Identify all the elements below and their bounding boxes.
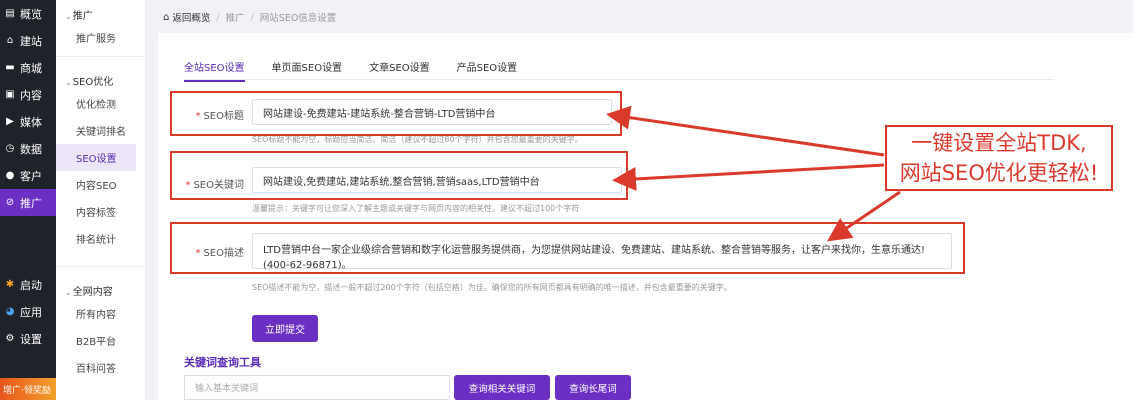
keyword-tool-title: 关键词查询工具 [184, 356, 261, 369]
nav-data[interactable]: ◷ 数据 [0, 135, 56, 162]
main-card: 全站SEO设置 单页面SEO设置 文章SEO设置 产品SEO设置 * SEO标题 … [158, 33, 1133, 400]
chart-icon: ▤ [5, 8, 15, 19]
launch-icon: ✱ [5, 279, 15, 290]
apps-icon: ◕ [5, 306, 15, 317]
nav-settings[interactable]: ⚙ 设置 [0, 325, 56, 352]
caret-down-icon: ⌄ [65, 12, 72, 21]
clock-icon: ◷ [5, 143, 15, 154]
sub-item-all-content[interactable]: 所有内容 [56, 300, 145, 327]
group-seo[interactable]: ⌄SEO优化 [56, 66, 145, 90]
breadcrumb-back[interactable]: 返回概览 [172, 10, 210, 24]
keyword-tool-input[interactable]: 输入基本关键词 [184, 375, 450, 400]
nav-label: 商城 [20, 61, 42, 75]
sub-item-promo-service[interactable]: 推广服务 [56, 24, 145, 51]
home-icon: ⌂ [163, 11, 170, 23]
submit-button[interactable]: 立即提交 [252, 315, 318, 342]
breadcrumb-separator: / [216, 11, 220, 23]
breadcrumb-separator: / [250, 11, 254, 23]
callout-line1: 一键设置全站TDK, [911, 131, 1087, 155]
group-label: SEO优化 [72, 77, 114, 88]
callout-line2: 网站SEO优化更轻松! [899, 161, 1099, 185]
sub-item-content-seo[interactable]: 内容SEO [56, 171, 145, 198]
group-promotion[interactable]: ⌄推广 [56, 0, 145, 24]
nav-media[interactable]: ▶ 媒体 [0, 108, 56, 135]
sub-item-content-tags[interactable]: 内容标签 [56, 198, 145, 225]
breadcrumb-current: 网站SEO信息设置 [259, 13, 337, 24]
nav-launch[interactable]: ✱ 启动 [0, 271, 56, 298]
gear-icon: ⚙ [5, 333, 15, 344]
promo-banner[interactable]: 增广·领奖励 [0, 378, 56, 400]
user-icon: ● [5, 170, 15, 181]
nav-shop[interactable]: ▬ 商城 [0, 54, 56, 81]
seo-desc-hint: SEO描述不能为空，描述一般不超过200个字符（包括空格）为佳。确保您的所有网页… [252, 283, 732, 292]
annotation-box-desc [170, 222, 965, 274]
group-label: 推广 [72, 11, 93, 22]
nav-promotion[interactable]: ⊘ 推广 [0, 189, 56, 216]
home-icon: ⌂ [6, 35, 14, 46]
query-long-tail-button[interactable]: 查询长尾词 [555, 375, 631, 400]
group-all-content[interactable]: ⌄全网内容 [56, 276, 145, 300]
nav-label: 建站 [20, 34, 42, 48]
nav-label: 媒体 [20, 115, 42, 129]
nav-label: 概览 [20, 7, 42, 21]
annotation-box-keywords [170, 151, 628, 200]
sub-item-seo-settings[interactable]: SEO设置 [56, 144, 136, 171]
nav-label: 数据 [20, 142, 42, 156]
seo-keywords-hint: 温馨提示：关键字可让您深入了解主题或关键字与网页内容的相关性。建议不超过100个… [252, 204, 580, 213]
media-icon: ▶ [6, 116, 14, 127]
sub-item-keyword-rank[interactable]: 关键词排名 [56, 117, 145, 144]
doc-icon: ▣ [5, 89, 15, 100]
nav-label: 设置 [20, 332, 42, 346]
nav-content[interactable]: ▣ 内容 [0, 81, 56, 108]
sub-item-optimize-check[interactable]: 优化检测 [56, 90, 145, 117]
nav-apps[interactable]: ◕ 应用 [0, 298, 56, 325]
sub-item-b2b[interactable]: B2B平台 [56, 327, 145, 354]
group-label: 全网内容 [72, 287, 113, 298]
shop-icon: ▬ [5, 62, 15, 73]
caret-down-icon: ⌄ [65, 288, 72, 297]
annotation-callout: 一键设置全站TDK, 网站SEO优化更轻松! [885, 125, 1113, 191]
nav-customer[interactable]: ● 客户 [0, 162, 56, 189]
caret-down-icon: ⌄ [65, 78, 72, 87]
nav-label: 内容 [20, 88, 42, 102]
nav-label: 启动 [20, 278, 42, 292]
sub-item-rank-stats[interactable]: 排名统计 [56, 225, 145, 252]
breadcrumb-level1[interactable]: 推广 [226, 10, 245, 24]
nav-label: 推广 [20, 196, 42, 210]
nav-site[interactable]: ⌂ 建站 [0, 27, 56, 54]
query-related-keywords-button[interactable]: 查询相关关键词 [454, 375, 550, 400]
link-icon: ⊘ [5, 197, 15, 208]
sub-sidebar: ⌄推广 推广服务 ⌄SEO优化 优化检测 关键词排名 SEO设置 内容SEO 内… [56, 0, 146, 400]
breadcrumb: ⌂ 返回概览 / 推广 / 网站SEO信息设置 [163, 9, 336, 25]
nav-label: 应用 [20, 305, 42, 319]
nav-overview[interactable]: ▤ 概览 [0, 0, 56, 27]
sub-item-qa[interactable]: 百科问答 [56, 354, 145, 381]
nav-label: 客户 [20, 169, 42, 183]
annotation-box-title [170, 91, 622, 136]
main-sidebar: ▤ 概览 ⌂ 建站 ▬ 商城 ▣ 内容 ▶ 媒体 ◷ 数据 ● 客户 ⊘ 推广 ✱ 启动 ◕ 应用 … [0, 0, 56, 400]
